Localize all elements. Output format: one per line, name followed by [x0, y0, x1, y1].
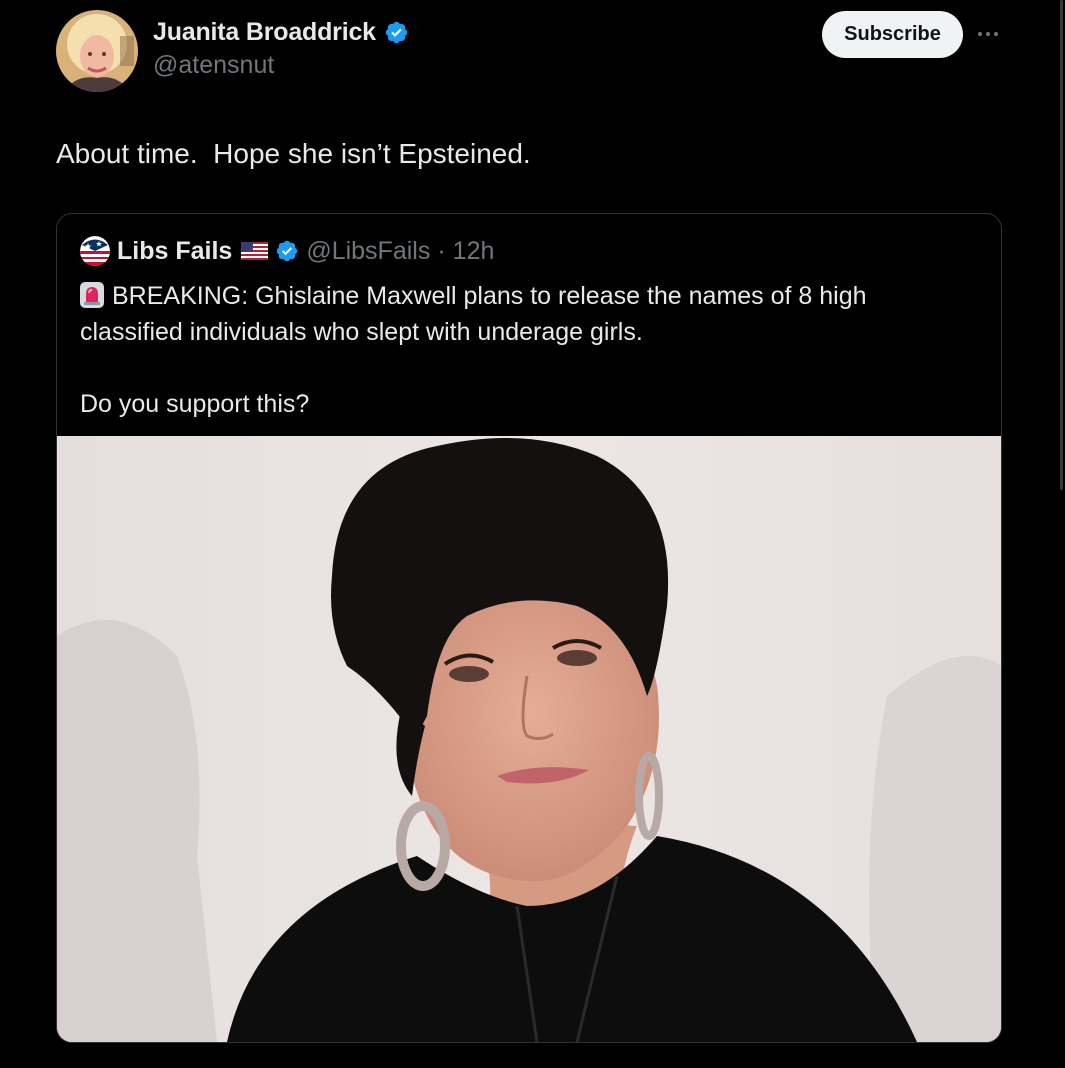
author-info: Juanita Broaddrick @atensnut [153, 18, 409, 80]
author-name-row: Juanita Broaddrick [153, 18, 409, 47]
verified-badge-icon[interactable] [275, 239, 299, 263]
more-icon[interactable] [976, 24, 1000, 44]
quoted-post-question: Do you support this? [80, 390, 310, 418]
verified-badge-icon[interactable] [384, 20, 409, 45]
quoted-author-name[interactable]: Libs Fails [117, 237, 232, 266]
scrollbar[interactable] [1060, 0, 1063, 490]
author-name[interactable]: Juanita Broaddrick [153, 18, 376, 47]
quoted-author-handle[interactable]: @LibsFails [306, 237, 430, 266]
subscribe-button[interactable]: Subscribe [822, 11, 963, 58]
quoted-post-photo[interactable] [57, 436, 1001, 1042]
quoted-post-time[interactable]: 12h [453, 237, 495, 266]
siren-icon [80, 282, 104, 308]
quoted-post-card[interactable]: Libs Fails @LibsFails · 12h BREAKING: Gh… [56, 213, 1002, 1043]
quoted-post-text: BREAKING: Ghislaine Maxwell plans to rel… [80, 278, 980, 422]
quoted-post-line-1: BREAKING: Ghislaine Maxwell plans to rel… [112, 282, 867, 310]
post-text: About time. Hope she isn’t Epsteined. [56, 138, 531, 169]
quoted-author-avatar[interactable] [80, 236, 110, 266]
author-handle[interactable]: @atensnut [153, 51, 409, 80]
separator-dot: · [437, 236, 446, 265]
quoted-post-header: Libs Fails @LibsFails · 12h [80, 236, 494, 266]
us-flag-icon [241, 242, 269, 260]
post-view: Juanita Broaddrick @atensnut Subscribe A… [0, 0, 1065, 1068]
quoted-post-line-2: classified individuals who slept with un… [80, 318, 643, 346]
author-avatar[interactable] [56, 10, 138, 92]
